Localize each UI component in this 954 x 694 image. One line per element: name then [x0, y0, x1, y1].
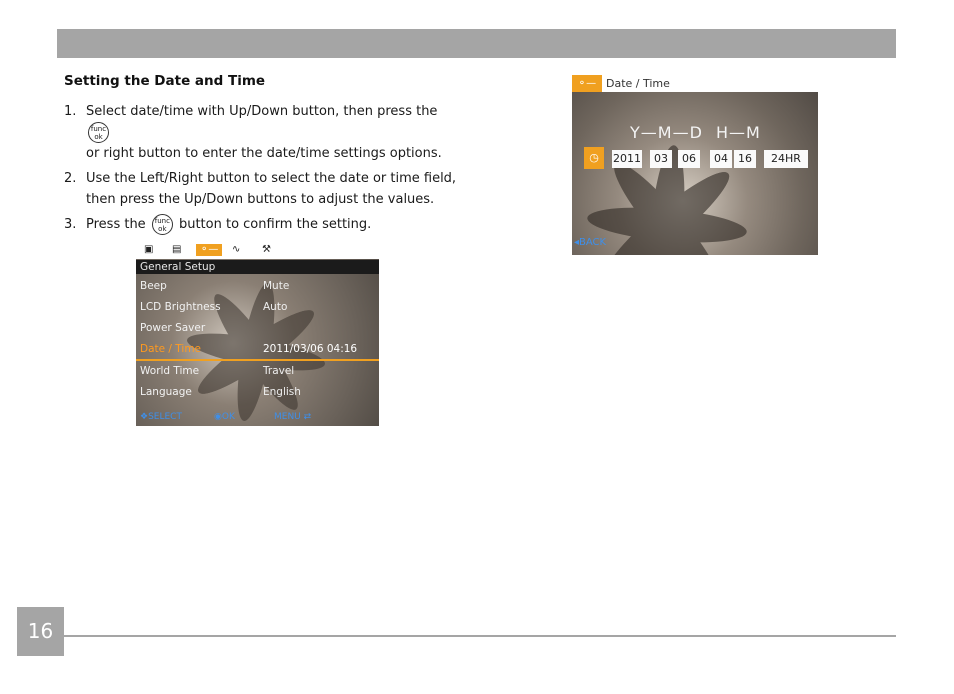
menu-item-value: English: [263, 386, 301, 398]
menu-item-date-time[interactable]: Date / Time 2011/03/06 04:16: [136, 339, 379, 361]
menu-item-value: 2011/03/06 04:16: [263, 343, 358, 355]
step-text: Select date/time with Up/Down button, th…: [86, 104, 438, 119]
menu-tab-bar: ▣ ▤ ⚬— ∿ ⚒: [136, 242, 379, 259]
wave-icon[interactable]: ∿: [232, 244, 240, 256]
menu-item-value: Mute: [263, 280, 290, 292]
minute-field[interactable]: 16: [734, 150, 756, 168]
menu-item-label: World Time: [140, 365, 200, 377]
time-format-field[interactable]: 24HR: [764, 150, 808, 168]
day-field[interactable]: 06: [678, 150, 700, 168]
step-text: Use the Left/Right button to select the …: [86, 171, 457, 207]
menu-title: General Setup: [136, 260, 379, 274]
menu-item-lcd-brightness[interactable]: LCD Brightness Auto: [136, 297, 379, 317]
instruction-steps: 1. Select date/time with Up/Down button,…: [64, 101, 464, 239]
back-hint[interactable]: ◂BACK: [574, 237, 606, 248]
general-setup-screen: ▣ ▤ ⚬— ∿ ⚒ General Setup Beep Mute LCD B…: [136, 242, 379, 426]
step-3: 3. Press the func ok button to confirm th…: [64, 214, 464, 235]
menu-item-label: Language: [140, 386, 192, 398]
menu-item-power-saver[interactable]: Power Saver: [136, 318, 379, 338]
menu-item-beep[interactable]: Beep Mute: [136, 276, 379, 296]
menu-item-label: Power Saver: [140, 322, 206, 334]
step-text: Press the: [86, 217, 146, 232]
date-time-title: Date / Time: [606, 77, 670, 90]
month-field[interactable]: 03: [650, 150, 672, 168]
date-format-label: Y—M—D: [630, 123, 703, 142]
key-icon: ⚬—: [572, 75, 602, 92]
footer-divider: [64, 635, 896, 637]
key-icon[interactable]: ⚬—: [196, 244, 223, 256]
film-icon[interactable]: ▤: [172, 244, 181, 256]
func-ok-button-icon: func ok: [151, 214, 173, 235]
step-number: 1.: [64, 104, 77, 119]
step-text: or right button to enter the date/time s…: [86, 146, 442, 161]
step-text: button to confirm the setting.: [178, 217, 372, 232]
step-number: 2.: [64, 171, 77, 186]
date-time-screen: ⚬— Date / Time Y—M—D H—M ◷ 2011 03 06 04…: [572, 75, 818, 255]
menu-item-value: Travel: [263, 365, 295, 377]
camera-icon[interactable]: ▣: [144, 244, 153, 256]
time-format-label: H—M: [716, 123, 761, 142]
hour-field[interactable]: 04: [710, 150, 732, 168]
menu-item-label: Date / Time: [140, 343, 202, 355]
select-hint: ❖SELECT: [140, 412, 182, 422]
menu-item-world-time[interactable]: World Time Travel: [136, 361, 379, 381]
step-2: 2. Use the Left/Right button to select t…: [64, 168, 464, 210]
header-bar: [57, 29, 896, 58]
ok-hint: ◉OK: [214, 412, 235, 422]
menu-footer-hints: ❖SELECT ◉OK MENU ⇄: [136, 408, 379, 426]
menu-item-value: Auto: [263, 301, 288, 313]
page-number: 16: [17, 607, 64, 656]
clock-icon: ◷: [584, 147, 604, 169]
date-time-header: ⚬— Date / Time: [572, 75, 818, 92]
menu-hint: MENU ⇄: [274, 412, 312, 422]
step-number: 3.: [64, 217, 77, 232]
settings-icon[interactable]: ⚒: [262, 244, 271, 256]
step-1: 1. Select date/time with Up/Down button,…: [64, 101, 464, 164]
func-ok-button-icon: func ok: [88, 122, 109, 143]
menu-item-label: Beep: [140, 280, 167, 292]
menu-item-label: LCD Brightness: [140, 301, 221, 313]
menu-item-language[interactable]: Language English: [136, 382, 379, 402]
section-heading: Setting the Date and Time: [64, 73, 266, 89]
year-field[interactable]: 2011: [612, 150, 642, 168]
